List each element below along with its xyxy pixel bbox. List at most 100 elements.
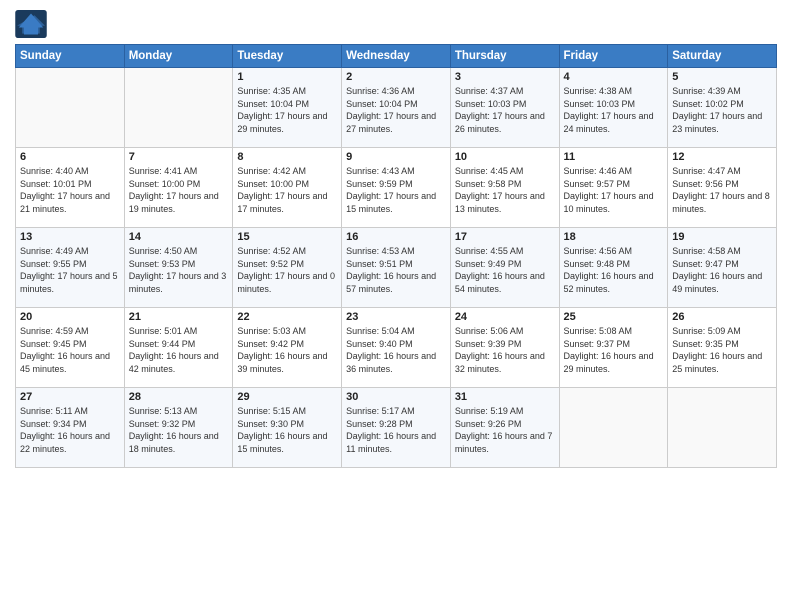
day-number: 31 <box>455 391 555 403</box>
day-cell: 20 Sunrise: 4:59 AM Sunset: 9:45 PM Dayli… <box>16 308 125 388</box>
col-header-sunday: Sunday <box>16 45 125 68</box>
day-info: Sunrise: 5:03 AM Sunset: 9:42 PM Dayligh… <box>237 325 337 375</box>
day-number: 14 <box>129 231 229 243</box>
day-cell: 30 Sunrise: 5:17 AM Sunset: 9:28 PM Dayli… <box>342 388 451 468</box>
day-number: 25 <box>564 311 664 323</box>
day-cell: 5 Sunrise: 4:39 AM Sunset: 10:02 PM Dayli… <box>668 68 777 148</box>
day-cell: 17 Sunrise: 4:55 AM Sunset: 9:49 PM Dayli… <box>450 228 559 308</box>
day-number: 7 <box>129 151 229 163</box>
day-info: Sunrise: 4:50 AM Sunset: 9:53 PM Dayligh… <box>129 245 229 295</box>
day-cell: 6 Sunrise: 4:40 AM Sunset: 10:01 PM Dayli… <box>16 148 125 228</box>
col-header-friday: Friday <box>559 45 668 68</box>
day-info: Sunrise: 4:45 AM Sunset: 9:58 PM Dayligh… <box>455 165 555 215</box>
day-number: 17 <box>455 231 555 243</box>
day-number: 21 <box>129 311 229 323</box>
day-number: 13 <box>20 231 120 243</box>
day-number: 2 <box>346 71 446 83</box>
day-info: Sunrise: 5:01 AM Sunset: 9:44 PM Dayligh… <box>129 325 229 375</box>
day-info: Sunrise: 5:08 AM Sunset: 9:37 PM Dayligh… <box>564 325 664 375</box>
day-number: 20 <box>20 311 120 323</box>
day-cell <box>668 388 777 468</box>
day-info: Sunrise: 4:36 AM Sunset: 10:04 PM Daylig… <box>346 85 446 135</box>
day-info: Sunrise: 4:55 AM Sunset: 9:49 PM Dayligh… <box>455 245 555 295</box>
col-header-saturday: Saturday <box>668 45 777 68</box>
day-number: 1 <box>237 71 337 83</box>
day-cell: 8 Sunrise: 4:42 AM Sunset: 10:00 PM Dayli… <box>233 148 342 228</box>
day-cell: 7 Sunrise: 4:41 AM Sunset: 10:00 PM Dayli… <box>124 148 233 228</box>
day-info: Sunrise: 4:39 AM Sunset: 10:02 PM Daylig… <box>672 85 772 135</box>
day-cell: 26Sunrise: 5:09 AM Sunset: 9:35 PM Dayli… <box>668 308 777 388</box>
day-info: Sunrise: 4:49 AM Sunset: 9:55 PM Dayligh… <box>20 245 120 295</box>
day-info: Sunrise: 4:59 AM Sunset: 9:45 PM Dayligh… <box>20 325 120 375</box>
day-cell: 23 Sunrise: 5:04 AM Sunset: 9:40 PM Dayli… <box>342 308 451 388</box>
day-number: 4 <box>564 71 664 83</box>
day-cell: 18 Sunrise: 4:56 AM Sunset: 9:48 PM Dayli… <box>559 228 668 308</box>
day-cell <box>559 388 668 468</box>
day-cell: 29 Sunrise: 5:15 AM Sunset: 9:30 PM Dayli… <box>233 388 342 468</box>
day-cell: 2 Sunrise: 4:36 AM Sunset: 10:04 PM Dayli… <box>342 68 451 148</box>
header-row: SundayMondayTuesdayWednesdayThursdayFrid… <box>16 45 777 68</box>
day-cell: 22 Sunrise: 5:03 AM Sunset: 9:42 PM Dayli… <box>233 308 342 388</box>
logo <box>15 10 51 38</box>
day-number: 23 <box>346 311 446 323</box>
day-info: Sunrise: 4:38 AM Sunset: 10:03 PM Daylig… <box>564 85 664 135</box>
day-number: 6 <box>20 151 120 163</box>
day-cell: 1Sunrise: 4:35 AM Sunset: 10:04 PM Dayli… <box>233 68 342 148</box>
day-info: Sunrise: 5:13 AM Sunset: 9:32 PM Dayligh… <box>129 405 229 455</box>
page: SundayMondayTuesdayWednesdayThursdayFrid… <box>0 0 792 612</box>
week-row-2: 6 Sunrise: 4:40 AM Sunset: 10:01 PM Dayli… <box>16 148 777 228</box>
day-cell: 9Sunrise: 4:43 AM Sunset: 9:59 PM Daylig… <box>342 148 451 228</box>
day-cell: 11Sunrise: 4:46 AM Sunset: 9:57 PM Dayli… <box>559 148 668 228</box>
day-number: 29 <box>237 391 337 403</box>
week-row-5: 27 Sunrise: 5:11 AM Sunset: 9:34 PM Dayli… <box>16 388 777 468</box>
day-info: Sunrise: 4:56 AM Sunset: 9:48 PM Dayligh… <box>564 245 664 295</box>
day-cell: 25 Sunrise: 5:08 AM Sunset: 9:37 PM Dayli… <box>559 308 668 388</box>
week-row-4: 20 Sunrise: 4:59 AM Sunset: 9:45 PM Dayli… <box>16 308 777 388</box>
day-cell: 16 Sunrise: 4:53 AM Sunset: 9:51 PM Dayli… <box>342 228 451 308</box>
day-cell: 4 Sunrise: 4:38 AM Sunset: 10:03 PM Dayli… <box>559 68 668 148</box>
day-info: Sunrise: 5:19 AM Sunset: 9:26 PM Dayligh… <box>455 405 555 455</box>
day-info: Sunrise: 4:58 AM Sunset: 9:47 PM Dayligh… <box>672 245 772 295</box>
day-number: 28 <box>129 391 229 403</box>
day-info: Sunrise: 5:11 AM Sunset: 9:34 PM Dayligh… <box>20 405 120 455</box>
day-info: Sunrise: 4:42 AM Sunset: 10:00 PM Daylig… <box>237 165 337 215</box>
day-cell: 21 Sunrise: 5:01 AM Sunset: 9:44 PM Dayli… <box>124 308 233 388</box>
day-number: 24 <box>455 311 555 323</box>
day-number: 12 <box>672 151 772 163</box>
day-number: 16 <box>346 231 446 243</box>
week-row-3: 13 Sunrise: 4:49 AM Sunset: 9:55 PM Dayli… <box>16 228 777 308</box>
day-number: 27 <box>20 391 120 403</box>
day-number: 10 <box>455 151 555 163</box>
day-cell: 14 Sunrise: 4:50 AM Sunset: 9:53 PM Dayli… <box>124 228 233 308</box>
day-number: 18 <box>564 231 664 243</box>
day-info: Sunrise: 4:52 AM Sunset: 9:52 PM Dayligh… <box>237 245 337 295</box>
day-info: Sunrise: 5:15 AM Sunset: 9:30 PM Dayligh… <box>237 405 337 455</box>
day-cell: 28 Sunrise: 5:13 AM Sunset: 9:32 PM Dayli… <box>124 388 233 468</box>
day-info: Sunrise: 4:53 AM Sunset: 9:51 PM Dayligh… <box>346 245 446 295</box>
day-info: Sunrise: 5:17 AM Sunset: 9:28 PM Dayligh… <box>346 405 446 455</box>
logo-icon <box>15 10 47 38</box>
day-number: 8 <box>237 151 337 163</box>
day-number: 30 <box>346 391 446 403</box>
header <box>15 10 777 38</box>
day-number: 15 <box>237 231 337 243</box>
week-row-1: 1Sunrise: 4:35 AM Sunset: 10:04 PM Dayli… <box>16 68 777 148</box>
day-cell: 10 Sunrise: 4:45 AM Sunset: 9:58 PM Dayli… <box>450 148 559 228</box>
day-cell: 27 Sunrise: 5:11 AM Sunset: 9:34 PM Dayli… <box>16 388 125 468</box>
day-info: Sunrise: 5:06 AM Sunset: 9:39 PM Dayligh… <box>455 325 555 375</box>
day-info: Sunrise: 5:04 AM Sunset: 9:40 PM Dayligh… <box>346 325 446 375</box>
col-header-wednesday: Wednesday <box>342 45 451 68</box>
day-number: 22 <box>237 311 337 323</box>
day-info: Sunrise: 4:40 AM Sunset: 10:01 PM Daylig… <box>20 165 120 215</box>
day-info: Sunrise: 4:37 AM Sunset: 10:03 PM Daylig… <box>455 85 555 135</box>
day-info: Sunrise: 4:41 AM Sunset: 10:00 PM Daylig… <box>129 165 229 215</box>
day-cell: 3 Sunrise: 4:37 AM Sunset: 10:03 PM Dayli… <box>450 68 559 148</box>
col-header-monday: Monday <box>124 45 233 68</box>
calendar-table: SundayMondayTuesdayWednesdayThursdayFrid… <box>15 44 777 468</box>
day-number: 5 <box>672 71 772 83</box>
day-info: Sunrise: 4:43 AM Sunset: 9:59 PM Dayligh… <box>346 165 446 215</box>
day-info: Sunrise: 4:46 AM Sunset: 9:57 PM Dayligh… <box>564 165 664 215</box>
day-number: 3 <box>455 71 555 83</box>
day-number: 19 <box>672 231 772 243</box>
day-cell <box>124 68 233 148</box>
